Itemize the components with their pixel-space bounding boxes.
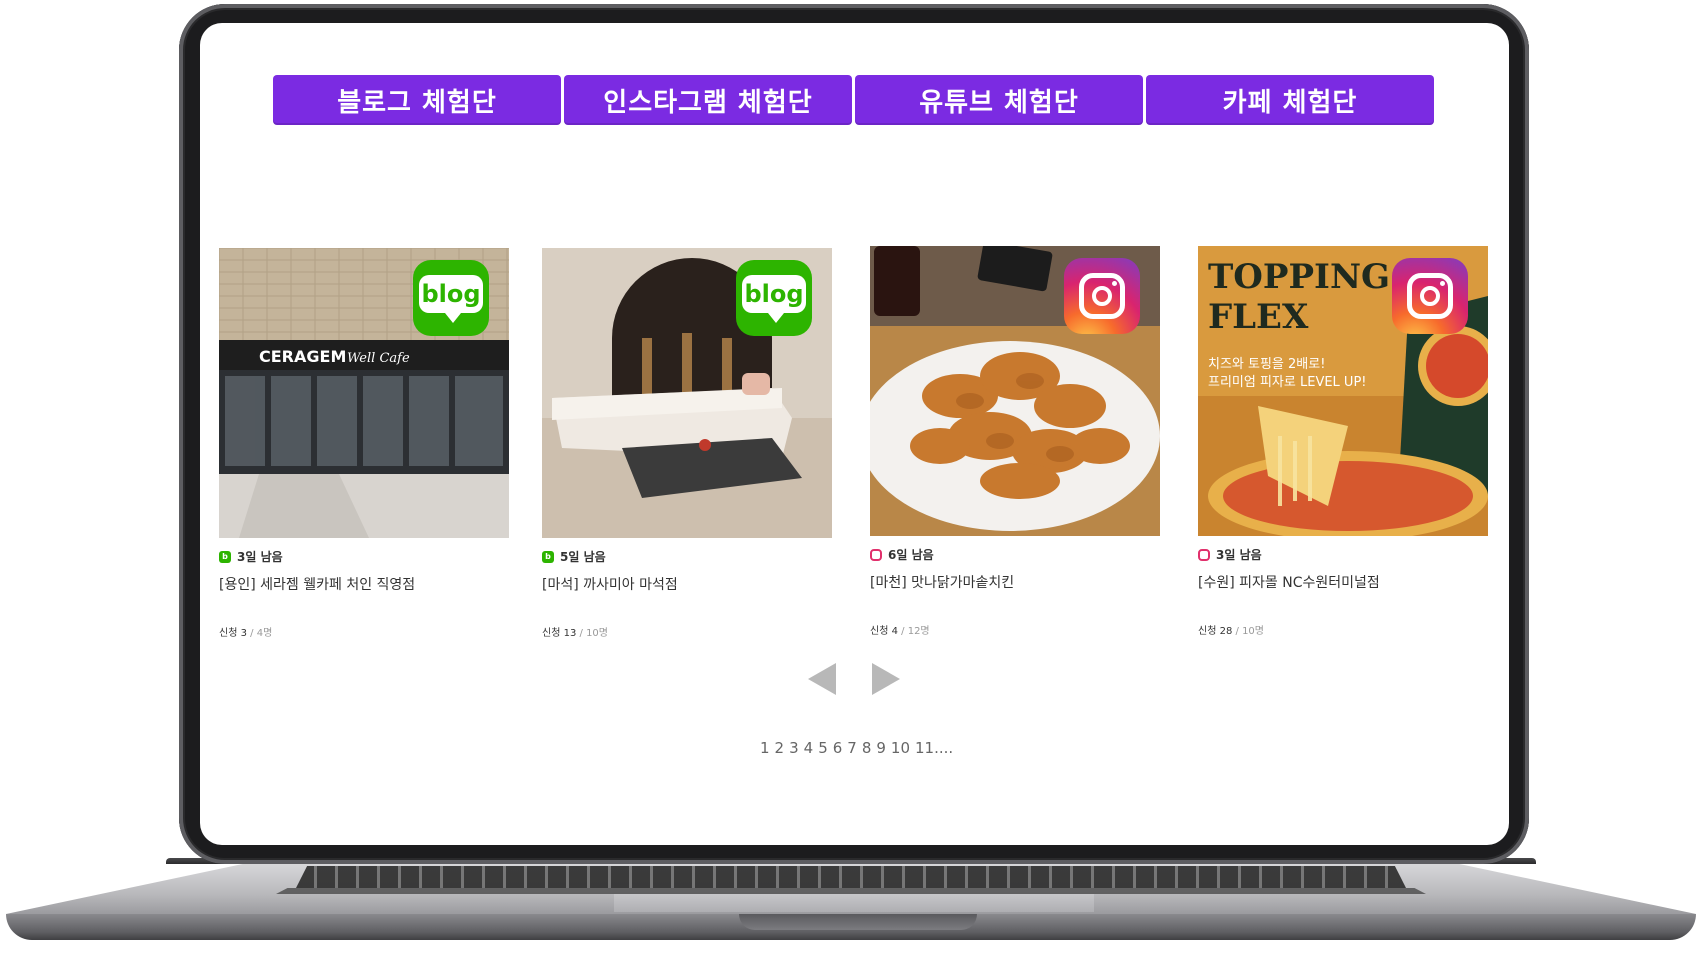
campaign-title[interactable]: [용인] 세라젬 웰카페 처인 직영점 [219,574,509,594]
campaign-card[interactable]: CERAGEM Well Cafe blog b 3일 남음 [용인] 세라젬 … [219,248,509,639]
days-left: 6일 남음 [870,546,1160,563]
pagination: 1 2 3 4 5 6 7 8 9 10 11.... [760,739,953,757]
tab-blog-experience[interactable]: 블로그 체험단 [273,75,561,125]
storefront-sign: CERAGEM [259,347,346,366]
campaign-title[interactable]: [마천] 맛나닭가마솥치킨 [870,572,1160,592]
campaign-thumbnail[interactable]: blog [542,248,832,538]
page-link[interactable]: 11.... [915,739,953,757]
apply-status: 신청 3 / 4명 [219,628,273,639]
svg-text:Well Cafe: Well Cafe [347,351,410,366]
apply-status: 신청 13 / 10명 [542,628,608,639]
blog-mini-icon: b [542,550,554,563]
instagram-icon [1392,258,1468,334]
laptop-base [6,858,1696,942]
carousel-arrows [808,663,900,695]
campaign-title[interactable]: [마석] 까사미아 마석점 [542,574,832,594]
campaign-card[interactable]: TOPPING FLEX 치즈와 토핑을 2배로! 프리미엄 피자로 LEVEL… [1198,246,1488,637]
page-link[interactable]: 4 [804,739,814,757]
campaign-title[interactable]: [수원] 피자몰 NC수원터미널점 [1198,572,1488,592]
screen: 블로그 체험단 인스타그램 체험단 유튜브 체험단 카페 체험단 CERAGEM… [200,23,1509,845]
svg-text:치즈와 토핑을 2배로!: 치즈와 토핑을 2배로! [1208,357,1325,372]
page-link[interactable]: 2 [775,739,785,757]
naver-blog-icon: blog [736,260,812,336]
instagram-mini-icon [870,548,882,561]
campaign-card[interactable]: 6일 남음 [마천] 맛나닭가마솥치킨 신청 4 / 12명 [870,246,1160,637]
category-tabs: 블로그 체험단 인스타그램 체험단 유튜브 체험단 카페 체험단 [273,75,1436,125]
page-link[interactable]: 8 [862,739,872,757]
campaign-thumbnail[interactable] [870,246,1160,536]
trackpad [614,894,1094,912]
blog-mini-icon: b [219,550,231,563]
campaign-thumbnail[interactable]: TOPPING FLEX 치즈와 토핑을 2배로! 프리미엄 피자로 LEVEL… [1198,246,1488,536]
promo-headline: TOPPING [1208,257,1390,297]
page-link[interactable]: 10 [891,739,910,757]
tab-youtube-experience[interactable]: 유튜브 체험단 [855,75,1143,125]
tab-cafe-experience[interactable]: 카페 체험단 [1146,75,1434,125]
page-link[interactable]: 1 [760,739,770,757]
naver-blog-icon: blog [413,260,489,336]
apply-status: 신청 28 / 10명 [1198,626,1264,637]
page-link[interactable]: 9 [876,739,886,757]
page-link[interactable]: 6 [833,739,843,757]
instagram-icon [1064,258,1140,334]
page-link[interactable]: 5 [818,739,828,757]
instagram-mini-icon [1198,548,1210,561]
apply-status: 신청 4 / 12명 [870,626,930,637]
keyboard [296,866,1406,888]
tab-instagram-experience[interactable]: 인스타그램 체험단 [564,75,852,125]
campaign-card[interactable]: blog b 5일 남음 [마석] 까사미아 마석점 신청 13 / 10명 [542,248,832,639]
promo-headline-2: FLEX [1208,297,1309,337]
page-link[interactable]: 7 [847,739,857,757]
svg-text:프리미엄 피자로 LEVEL UP!: 프리미엄 피자로 LEVEL UP! [1208,375,1367,390]
days-left: b 5일 남음 [542,548,832,565]
prev-arrow-icon[interactable] [808,663,836,695]
campaign-thumbnail[interactable]: CERAGEM Well Cafe blog [219,248,509,538]
days-left: b 3일 남음 [219,548,509,565]
next-arrow-icon[interactable] [872,663,900,695]
page-link[interactable]: 3 [789,739,799,757]
days-left: 3일 남음 [1198,546,1488,563]
